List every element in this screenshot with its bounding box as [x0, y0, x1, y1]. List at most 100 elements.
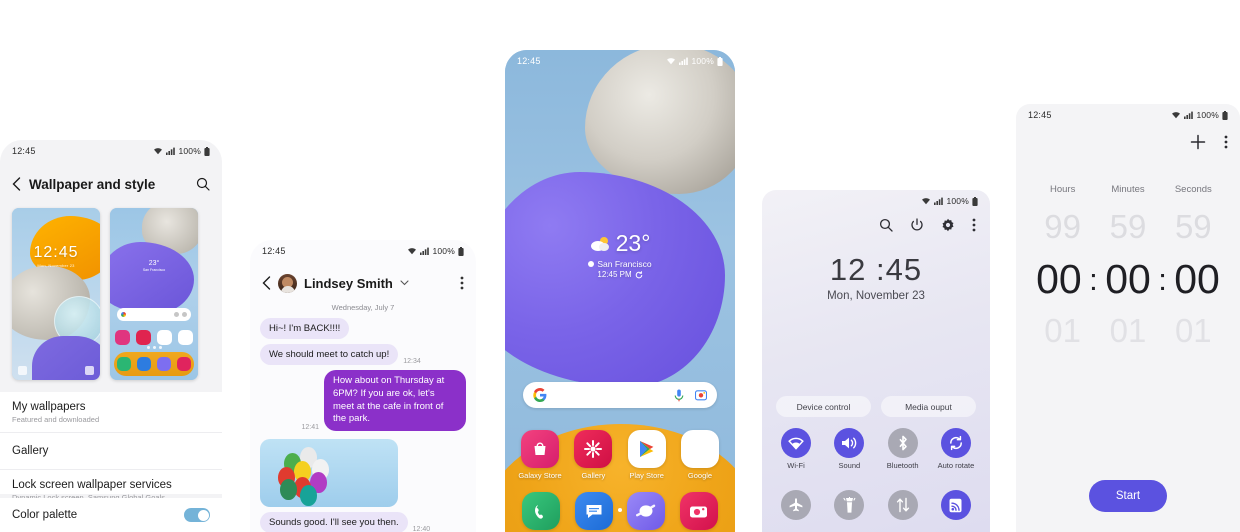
weather-temperature: 23°	[615, 230, 651, 256]
preview-home-city: San Francisco	[142, 268, 166, 272]
app-icon-galaxy-store[interactable]: Galaxy Store	[517, 430, 563, 480]
message-image-balloons[interactable]	[260, 439, 398, 508]
message-bubble-incoming[interactable]: Hi~! I'm BACK!!!!	[260, 318, 350, 339]
quick-panel-pills: Device control Media ouput	[776, 396, 976, 417]
weather-city: San Francisco	[597, 259, 652, 269]
back-chevron-icon[interactable]	[262, 276, 271, 290]
signal-icon	[420, 247, 430, 255]
microphone-icon[interactable]	[674, 389, 684, 402]
status-icons: 100%	[921, 196, 978, 206]
app-bar: Wallpaper and style	[0, 166, 222, 202]
message-row	[260, 439, 466, 508]
list-item-gallery[interactable]: Gallery	[0, 433, 222, 470]
quick-tile-flashlight[interactable]	[825, 490, 873, 520]
device-control-button[interactable]: Device control	[776, 396, 871, 417]
seconds-selected-value[interactable]: 00	[1168, 256, 1226, 303]
phone-timer: 12:45 100% Hours Minutes Seconds 99 59 5…	[1016, 104, 1240, 532]
more-vertical-icon[interactable]	[1224, 135, 1228, 149]
start-button[interactable]: Start	[1089, 480, 1167, 512]
quick-tile-bluetooth[interactable]: Bluetooth	[879, 428, 927, 471]
status-bar: 100%	[762, 190, 990, 212]
more-vertical-icon[interactable]	[460, 276, 464, 290]
status-bar: 12:45 100%	[505, 50, 735, 72]
settings-gear-icon[interactable]	[941, 218, 955, 232]
dock-icon-camera[interactable]	[679, 492, 718, 530]
status-time: 12:45	[12, 146, 36, 156]
timer-column-headers: Hours Minutes Seconds	[1030, 184, 1226, 195]
status-icons: 100%	[666, 56, 723, 66]
list-item-my-wallpapers[interactable]: My wallpapers Featured and downloaded	[0, 392, 222, 433]
back-chevron-icon[interactable]	[12, 177, 21, 191]
hours-below-value[interactable]: 01	[1030, 312, 1095, 350]
message-row: 12:41 How about on Thursday at 6PM? If y…	[260, 370, 466, 432]
tile-label: Bluetooth	[886, 461, 919, 470]
preview-app-play-store	[157, 330, 172, 345]
quick-tile-wifi[interactable]: Wi-Fi	[772, 428, 820, 471]
refresh-icon[interactable]	[635, 270, 643, 279]
lock-screen-preview[interactable]: 12:45 Mon, November 23	[12, 208, 100, 380]
screenshot-canvas: 12:45 100% Wallpaper and style 12:45 Mon…	[0, 0, 1240, 532]
hours-above-value[interactable]: 99	[1030, 208, 1095, 246]
preview-dock-camera	[177, 357, 191, 371]
battery-icon	[717, 56, 723, 66]
settings-list: My wallpapers Featured and downloaded Ga…	[0, 392, 222, 502]
preview-mic-icon	[174, 312, 179, 317]
seconds-below-value[interactable]: 01	[1161, 312, 1226, 350]
google-lens-icon[interactable]	[694, 389, 708, 401]
search-icon[interactable]	[196, 177, 210, 191]
quick-tiles-row-1: Wi-Fi Sound Bluetooth Auto rotate	[772, 428, 980, 471]
message-row: We should meet to catch up! 12:34	[260, 344, 466, 365]
message-row: Hi~! I'm BACK!!!!	[260, 318, 466, 339]
media-output-button[interactable]: Media ouput	[881, 396, 976, 417]
google-g-icon	[533, 388, 547, 402]
tile-label: Wi-Fi	[787, 461, 805, 470]
battery-icon	[1222, 110, 1228, 120]
dock-icon-messages[interactable]	[574, 492, 613, 530]
status-bar: 12:45 100%	[0, 140, 222, 162]
color-palette-label: Color palette	[12, 509, 78, 521]
app-folder-google[interactable]: Google	[677, 430, 723, 480]
quick-tile-airplane-mode[interactable]	[772, 490, 820, 520]
clock-date: Mon, November 23	[827, 290, 925, 302]
minutes-selected-value[interactable]: 00	[1099, 256, 1157, 303]
minutes-above-value[interactable]: 59	[1095, 208, 1160, 246]
avatar[interactable]	[278, 273, 297, 293]
message-bubble-incoming[interactable]: Sounds good. I'll see you then.	[260, 512, 408, 532]
column-header-minutes: Minutes	[1111, 184, 1145, 195]
minutes-below-value[interactable]: 01	[1095, 312, 1160, 350]
weather-widget[interactable]: 23° San Francisco 12:45 PM	[505, 230, 735, 279]
battery-percent: 100%	[432, 246, 455, 256]
status-icons: 100%	[1171, 110, 1228, 120]
quick-panel-header-icons	[879, 218, 976, 232]
hours-selected-value[interactable]: 00	[1030, 256, 1088, 303]
list-item-color-palette[interactable]: Color palette	[0, 498, 222, 532]
quick-tile-nearby-share[interactable]	[932, 490, 980, 520]
preview-home-temp: 23°	[148, 260, 160, 267]
google-search-bar[interactable]	[523, 382, 717, 408]
message-timestamp: 12:41	[301, 424, 319, 432]
search-icon[interactable]	[879, 218, 893, 232]
dock-icon-phone[interactable]	[522, 492, 561, 530]
phone-quick-settings: 100% 12 :45 Mon, November 23 Device cont…	[762, 190, 990, 532]
seconds-above-value[interactable]: 59	[1161, 208, 1226, 246]
quick-tile-sound[interactable]: Sound	[825, 428, 873, 471]
message-bubble-incoming[interactable]: We should meet to catch up!	[260, 344, 399, 365]
home-screen-preview[interactable]: 23° San Francisco	[110, 208, 198, 380]
quick-tile-mobile-data[interactable]	[879, 490, 927, 520]
dock-icon-internet[interactable]	[627, 492, 666, 530]
quick-tile-auto-rotate[interactable]: Auto rotate	[932, 428, 980, 471]
app-icon-play-store[interactable]: Play Store	[624, 430, 670, 480]
chevron-down-icon[interactable]	[400, 280, 409, 286]
signal-icon	[679, 57, 689, 65]
color-palette-toggle[interactable]	[184, 508, 210, 522]
phone-messages: 12:45 100% Lindsey Smith Wednesday, July…	[250, 240, 476, 532]
app-label: Gallery	[581, 471, 606, 480]
message-bubble-outgoing[interactable]: How about on Thursday at 6PM? If you are…	[324, 370, 466, 432]
plus-icon[interactable]	[1190, 134, 1206, 150]
power-icon[interactable]	[910, 218, 924, 232]
dock	[515, 492, 725, 530]
clock-time: 12 :45	[829, 252, 923, 287]
app-icon-gallery[interactable]: Gallery	[570, 430, 616, 480]
more-vertical-icon[interactable]	[972, 218, 976, 232]
conversation-header: Lindsey Smith	[250, 266, 476, 300]
